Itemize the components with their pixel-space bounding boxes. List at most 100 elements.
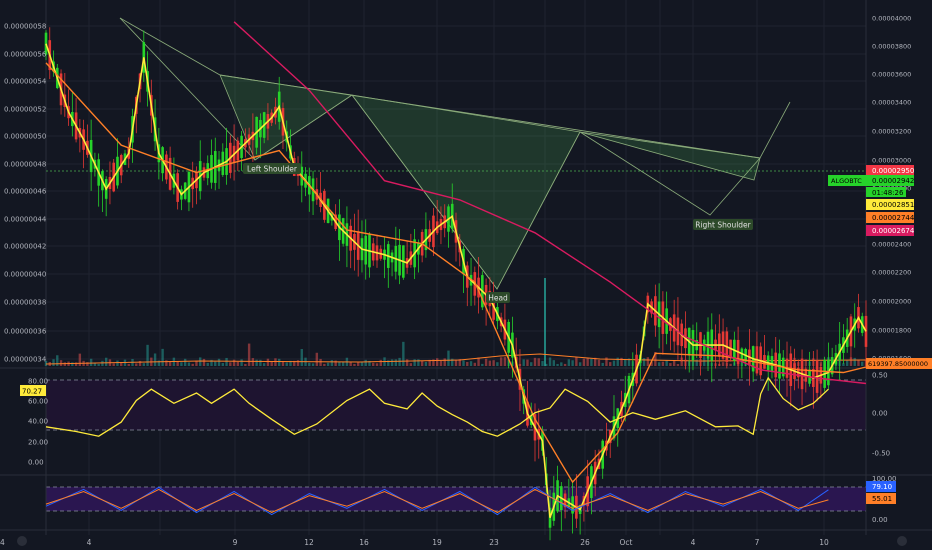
x-tick: Oct [620,538,633,547]
volume-bar [413,359,416,366]
left-price-tick: 0.00000052 [4,106,46,114]
volume-bar [424,361,428,366]
volume-bar [311,363,315,366]
right-price-tick: 0.00003800 [872,43,911,51]
volume-bar [315,352,319,366]
volume-bar [52,359,55,366]
volume-bar [330,360,334,366]
volume-bar [503,357,507,366]
volume-bar [142,363,145,366]
volume-bar [676,363,680,366]
volume-bar [477,357,480,366]
volume-bar [357,362,360,366]
volume-bar [672,360,676,366]
x-tick: 16 [359,538,369,547]
volume-bar [266,358,270,366]
right-price-tick: 0.00003200 [872,128,911,136]
volume-bar [217,358,221,366]
left-price-tick: 0.00000046 [4,188,47,196]
left-price-tick: 0.00000040 [4,271,46,279]
volume-bar [97,363,100,366]
x-tick: 10 [819,538,829,547]
volume-bar [541,361,544,366]
countdown-label: 01:48:26 [872,189,904,197]
volume-bar [229,362,232,366]
x-tick: 4 [87,538,92,547]
volume-bar [721,362,725,366]
indicator-lines [45,21,867,518]
volume-bar [390,359,394,366]
volume-bar [379,359,382,366]
volume-bar [488,360,492,366]
volume-bar [153,353,157,366]
ma-value-label: 0.00002851 [872,201,914,209]
volume-bar [473,362,477,366]
volume-bar [308,362,311,366]
volume-bar [612,360,616,366]
volume-bar [560,362,563,366]
x-tick: 12 [304,538,314,547]
volume-bar [360,361,364,366]
volume-bar [646,357,650,366]
x-tick: 4 [691,538,696,547]
rsi-right-tick: 0.50 [872,372,888,380]
volume-bar [601,362,604,366]
volume-bar [323,363,326,366]
x-tick: 26 [580,538,590,547]
volume-bar [71,362,74,366]
left-price-tick: 0.00000054 [4,78,47,86]
volume-bar [657,362,661,366]
rsi-right-tick: -0.50 [872,450,890,458]
volume-bar [89,358,93,366]
x-tick: 14 [0,538,5,547]
volume-bar [285,362,288,366]
volume-bar [669,363,672,366]
volume-bar [326,362,330,366]
volume-bar [255,359,258,366]
volume-bar [526,359,529,366]
volume-bar [59,360,63,366]
left-price-tick: 0.00000048 [4,161,46,169]
volume-bars [44,278,868,366]
volume-bar [375,363,379,366]
volume-bar [300,349,303,366]
rsi-left-tick: 80.00 [28,378,48,386]
volume-bar [609,362,612,366]
volume-bar [104,357,108,366]
volume-bar [499,357,503,366]
volume-bar [853,357,856,366]
volume-bar [338,361,341,366]
volume-bar [857,360,860,366]
volume-bar [575,357,578,366]
stoch-k-label: 79.10 [872,483,892,491]
stoch-band [46,487,866,511]
trading-chart[interactable]: 0.00000058 0.00000056 0.00000054 0.00000052… [0,0,932,550]
volume-bar [187,362,191,366]
volume-bar [492,360,495,366]
volume-bar [590,358,593,366]
annotation-label: Left Shoulder [247,165,298,174]
volume-bar [439,360,443,366]
left-price-tick: 0.00000038 [4,299,46,307]
left-price-tick: 0.00000058 [4,23,46,31]
volume-bar [556,363,559,366]
volume-bar [353,363,356,366]
volume-bar [262,363,266,366]
volume-bar [146,344,149,366]
volume-bar [582,358,586,366]
volume-bar [236,361,240,366]
volume-bar [191,363,194,366]
volume-bar [496,362,499,366]
volume-bar [466,361,469,366]
rsi-band [46,380,866,430]
volume-bar [533,357,537,366]
symbol-label: ALGOBTC [831,177,862,185]
left-price-tick: 0.00000042 [4,243,46,251]
volume-bar [364,359,367,366]
x-tick: 7 [755,538,760,547]
volume-bar [247,343,251,366]
right-price-tick: 0.00002400 [872,241,911,249]
annotation-label: Right Shoulder [695,221,751,230]
stoch-bottom-tick: 0.00 [872,516,888,524]
volume-bar [398,357,401,366]
